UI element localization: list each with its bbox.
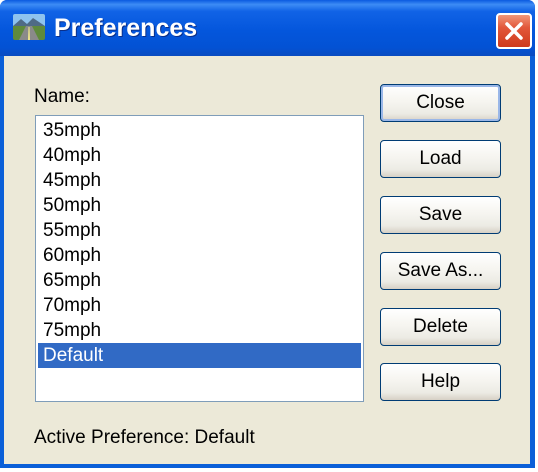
name-label: Name: (34, 86, 90, 107)
close-button[interactable]: Close (380, 84, 501, 122)
list-item[interactable]: 45mph (38, 168, 361, 193)
list-item[interactable]: 70mph (38, 293, 361, 318)
list-item[interactable]: 75mph (38, 318, 361, 343)
list-item[interactable]: 35mph (38, 118, 361, 143)
delete-button[interactable]: Delete (380, 308, 501, 346)
list-item[interactable]: 40mph (38, 143, 361, 168)
landscape-road-icon (13, 14, 45, 40)
window-title: Preferences (54, 14, 198, 42)
list-item[interactable]: 55mph (38, 218, 361, 243)
load-button[interactable]: Load (380, 140, 501, 178)
active-preference-text: Active Preference: Default (34, 427, 255, 448)
list-item[interactable]: 65mph (38, 268, 361, 293)
save-button[interactable]: Save (380, 196, 501, 234)
dialog-body: Name: 35mph 40mph 45mph 50mph 55mph 60mp… (4, 56, 530, 464)
list-item[interactable]: 50mph (38, 193, 361, 218)
close-icon (505, 22, 523, 40)
preferences-dialog: Preferences Name: 35mph 40mph 45mph 50mp… (0, 0, 535, 468)
list-item-selected[interactable]: Default (38, 343, 361, 368)
window-close-button[interactable] (496, 13, 532, 49)
preferences-listbox[interactable]: 35mph 40mph 45mph 50mph 55mph 60mph 65mp… (35, 115, 364, 402)
help-button[interactable]: Help (380, 363, 501, 401)
save-as-button[interactable]: Save As... (380, 252, 501, 290)
title-bar[interactable]: Preferences (0, 0, 535, 56)
list-item[interactable]: 60mph (38, 243, 361, 268)
